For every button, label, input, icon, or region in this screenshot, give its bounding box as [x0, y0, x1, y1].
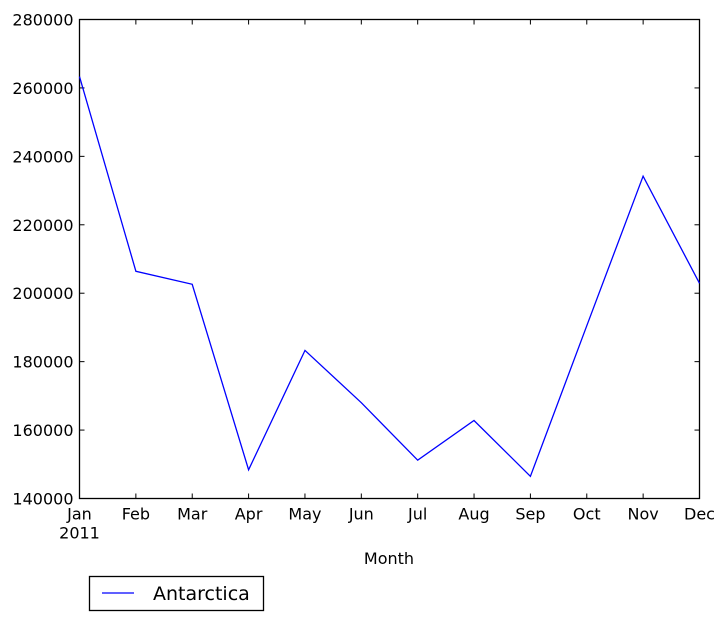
x-tick-label: Mar	[177, 505, 208, 524]
x-axis-title: Month	[364, 549, 414, 568]
y-tick-label: 180000	[12, 353, 73, 372]
x-tick-label: Jun	[348, 505, 374, 524]
x-tick-label: Apr	[235, 505, 263, 524]
y-tick-label: 140000	[12, 490, 73, 509]
legend: Antarctica	[88, 575, 265, 612]
x-tick-label: Aug	[458, 505, 489, 524]
y-tick-label: 160000	[12, 421, 73, 440]
y-tick-label: 200000	[12, 284, 73, 303]
x-tick-sublabel: 2011	[59, 524, 100, 543]
x-tick-label: Nov	[628, 505, 659, 524]
y-tick-label: 280000	[12, 11, 73, 30]
y-tick-label: 220000	[12, 216, 73, 235]
y-tick-label: 240000	[12, 147, 73, 166]
x-tick-label: Sep	[515, 505, 545, 524]
figure-background	[0, 0, 724, 621]
y-tick-label: 260000	[12, 79, 73, 98]
x-tick-label: Dec	[684, 505, 715, 524]
x-tick-label: Feb	[122, 505, 150, 524]
line-chart: Jan Feb Mar Apr May Jun Jul Aug Sep Oct Nov Dec2011…	[0, 0, 724, 621]
x-tick-label: Oct	[573, 505, 601, 524]
legend-label-antarctica: Antarctica	[153, 583, 250, 605]
x-tick-label: May	[288, 505, 321, 524]
x-tick-label: Jul	[407, 505, 427, 524]
